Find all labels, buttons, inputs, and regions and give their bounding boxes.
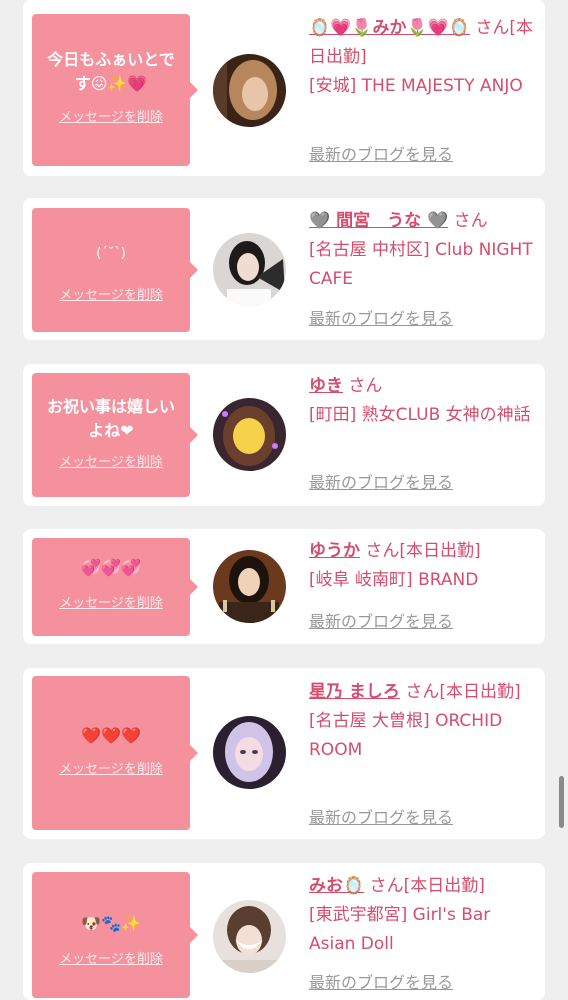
latest-blog-link[interactable]: 最新のブログを見る (309, 973, 453, 993)
shop-name: [安城] THE MAJESTY ANJO (309, 76, 523, 96)
cast-suffix: さん[本日出勤] (369, 876, 485, 896)
cast-info: 🩶 間宮 うな 🩶 さん [名古屋 中村区] Club NIGHT CAFE (309, 207, 539, 294)
avatar[interactable] (213, 398, 286, 471)
delete-message-link[interactable]: メッセージを削除 (32, 596, 190, 612)
delete-message-link[interactable]: メッセージを削除 (32, 110, 190, 126)
message-bubble: (ˊ˘ˋ) メッセージを削除 (32, 208, 198, 332)
cast-name-link[interactable]: みお🪞 (309, 876, 364, 896)
scrollbar[interactable] (559, 776, 564, 828)
delete-message-link[interactable]: メッセージを削除 (32, 952, 190, 968)
avatar[interactable] (213, 233, 286, 306)
message-card: 今日もふぁいとで す😖✨💗 メッセージを削除 🪞💗🌷みか🌷💗🪞 さん[本日出勤]… (23, 0, 545, 176)
shop-name: [東武宇都宮] Girl's Bar Asian Doll (309, 905, 491, 954)
avatar[interactable] (213, 550, 286, 623)
latest-blog-link[interactable]: 最新のブログを見る (309, 145, 453, 165)
cast-info: ゆうか さん[本日出勤] [岐阜 岐南町] BRAND (309, 537, 539, 595)
message-text: お祝い事は嬉しい よね❤ (46, 397, 175, 440)
avatar[interactable] (213, 716, 286, 789)
message-card: (ˊ˘ˋ) メッセージを削除 🩶 間宮 うな 🩶 さん [名古屋 中村区] Cl… (23, 198, 545, 340)
cast-name-link[interactable]: 星乃 ましろ (309, 682, 400, 702)
latest-blog-link[interactable]: 最新のブログを見る (309, 473, 453, 493)
message-text: 今日もふぁいとで す😖✨💗 (47, 50, 175, 93)
cast-name-link[interactable]: 🪞💗🌷みか🌷💗🪞 (309, 18, 470, 38)
message-bubble: お祝い事は嬉しい よね❤ メッセージを削除 (32, 373, 198, 497)
cast-info: みお🪞 さん[本日出勤] [東武宇都宮] Girl's Bar Asian Do… (309, 872, 539, 959)
message-card: ❤️❤️❤️ メッセージを削除 星乃 ましろ さん[本日出勤] [名古屋 大曽根… (23, 668, 545, 839)
cast-info: 🪞💗🌷みか🌷💗🪞 さん[本日出勤] [安城] THE MAJESTY ANJO (309, 14, 539, 101)
message-bubble: 今日もふぁいとで す😖✨💗 メッセージを削除 (32, 14, 198, 166)
latest-blog-link[interactable]: 最新のブログを見る (309, 612, 453, 632)
cast-suffix: さん[本日出勤] (405, 682, 521, 702)
latest-blog-link[interactable]: 最新のブログを見る (309, 808, 453, 828)
cast-info: 星乃 ましろ さん[本日出勤] [名古屋 大曽根] ORCHID ROOM (309, 678, 539, 765)
message-text: 💞💞💞 (81, 558, 141, 577)
message-text: ❤️❤️❤️ (81, 726, 141, 745)
message-bubble: ❤️❤️❤️ メッセージを削除 (32, 676, 198, 830)
message-text: (ˊ˘ˋ) (96, 246, 126, 261)
cast-suffix: さん (348, 376, 383, 396)
message-card: 💞💞💞 メッセージを削除 ゆうか さん[本日出勤] [岐阜 岐南町] BRAND… (23, 529, 545, 644)
delete-message-link[interactable]: メッセージを削除 (32, 762, 190, 778)
message-card: お祝い事は嬉しい よね❤ メッセージを削除 ゆき さん [町田] 熟女CLUB … (23, 364, 545, 506)
cast-name-link[interactable]: ゆうか (309, 541, 360, 561)
cast-name-link[interactable]: 🩶 間宮 うな 🩶 (309, 211, 448, 231)
delete-message-link[interactable]: メッセージを削除 (32, 288, 190, 304)
latest-blog-link[interactable]: 最新のブログを見る (309, 309, 453, 329)
message-card: 🐶🐾✨ メッセージを削除 みお🪞 さん[本日出勤] [東武宇都宮] Girl's… (23, 863, 545, 1000)
cast-suffix: さん (453, 211, 488, 231)
shop-name: [名古屋 大曽根] ORCHID ROOM (309, 711, 503, 760)
message-text: 🐶🐾✨ (81, 914, 141, 933)
cast-suffix: さん[本日出勤] (365, 541, 481, 561)
avatar[interactable] (213, 900, 286, 973)
delete-message-link[interactable]: メッセージを削除 (32, 455, 190, 471)
shop-name: [名古屋 中村区] Club NIGHT CAFE (309, 240, 533, 289)
cast-info: ゆき さん [町田] 熟女CLUB 女神の神話 (309, 372, 539, 430)
avatar[interactable] (213, 54, 286, 127)
shop-name: [町田] 熟女CLUB 女神の神話 (309, 405, 531, 425)
shop-name: [岐阜 岐南町] BRAND (309, 570, 479, 590)
cast-name-link[interactable]: ゆき (309, 376, 343, 396)
message-bubble: 💞💞💞 メッセージを削除 (32, 538, 198, 636)
message-bubble: 🐶🐾✨ メッセージを削除 (32, 872, 198, 998)
